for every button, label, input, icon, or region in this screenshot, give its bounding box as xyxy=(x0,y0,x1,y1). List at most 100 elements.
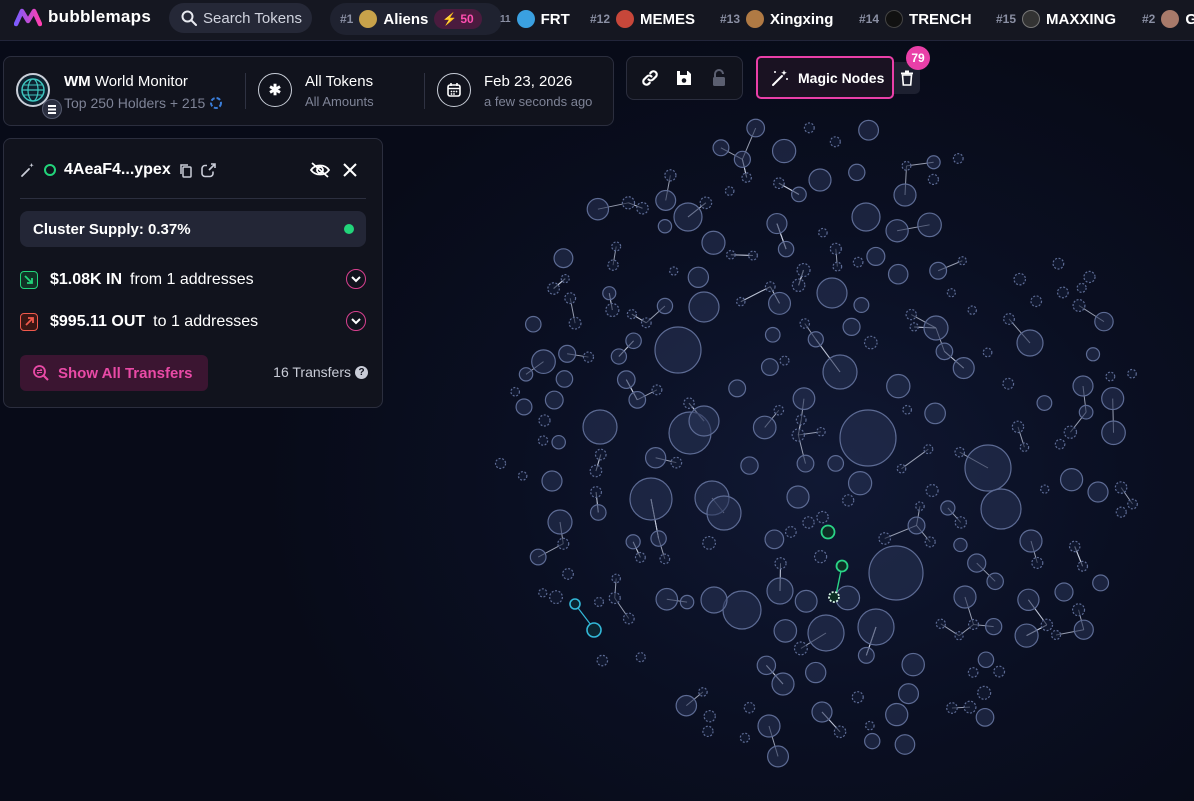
holder-bubble[interactable] xyxy=(853,297,870,314)
holder-bubble[interactable] xyxy=(644,447,667,469)
holder-bubble[interactable] xyxy=(907,516,926,535)
holder-bubble[interactable] xyxy=(792,387,816,411)
holder-bubble[interactable] xyxy=(767,291,792,315)
holder-bubble[interactable] xyxy=(1076,282,1087,293)
holder-bubble[interactable] xyxy=(985,617,1003,636)
holder-bubble[interactable] xyxy=(813,550,828,564)
holder-bubble[interactable] xyxy=(669,266,679,276)
holder-bubble[interactable] xyxy=(1013,272,1027,286)
holder-bubble[interactable] xyxy=(664,169,677,182)
holder-bubble[interactable] xyxy=(558,344,577,363)
holder-bubble[interactable] xyxy=(582,409,618,445)
holder-bubble[interactable] xyxy=(766,212,788,235)
holder-bubble[interactable] xyxy=(923,444,934,455)
holder-bubble[interactable] xyxy=(1019,529,1043,553)
holder-bubble[interactable] xyxy=(698,687,708,697)
holder-bubble[interactable] xyxy=(1019,442,1030,453)
holder-bubble[interactable] xyxy=(712,139,730,157)
holder-bubble[interactable] xyxy=(909,322,919,332)
holder-bubble[interactable] xyxy=(702,725,714,738)
holder-bubble[interactable] xyxy=(954,631,964,641)
holder-bubble[interactable] xyxy=(547,509,573,535)
holder-bubble[interactable] xyxy=(954,516,968,529)
holder-bubble[interactable] xyxy=(608,591,621,605)
holder-bubble[interactable] xyxy=(977,685,992,700)
close-icon[interactable] xyxy=(343,163,357,177)
holder-bubble[interactable] xyxy=(515,398,533,416)
ticker-item-maxxing[interactable]: #15 MAXXING xyxy=(996,3,1116,35)
holder-bubble[interactable] xyxy=(764,326,781,343)
holder-bubble[interactable] xyxy=(605,302,620,318)
holder-bubble[interactable] xyxy=(1101,420,1126,446)
holder-bubble[interactable] xyxy=(802,516,815,529)
holder-bubble[interactable] xyxy=(795,414,807,426)
holder-bubble[interactable] xyxy=(777,240,795,258)
holder-bubble[interactable] xyxy=(589,464,603,478)
holder-bubble[interactable] xyxy=(728,379,747,398)
holder-bubble[interactable] xyxy=(1052,257,1065,270)
holder-bubble[interactable] xyxy=(816,426,826,437)
holder-bubble[interactable] xyxy=(551,434,566,450)
holder-bubble[interactable] xyxy=(953,537,968,553)
inflow-row[interactable]: $1.08K IN from 1 addresses xyxy=(20,268,366,292)
holder-bubble[interactable] xyxy=(518,367,534,382)
holder-bubble[interactable] xyxy=(557,537,570,550)
holder-bubble[interactable] xyxy=(1105,371,1116,382)
holder-bubble[interactable] xyxy=(1036,395,1053,411)
holder-bubble[interactable] xyxy=(1040,618,1054,632)
holder-bubble[interactable] xyxy=(700,586,728,614)
holder-bubble[interactable] xyxy=(952,357,975,380)
holder-bubble[interactable] xyxy=(1083,270,1096,284)
holder-bubble[interactable] xyxy=(1092,574,1110,592)
holder-bubble[interactable] xyxy=(1011,420,1025,434)
holder-bubble[interactable] xyxy=(894,734,916,755)
holder-bubble[interactable] xyxy=(616,370,636,390)
holder-bubble[interactable] xyxy=(915,501,925,512)
holder-bubble[interactable] xyxy=(699,196,713,210)
holder-bubble[interactable] xyxy=(1014,623,1039,648)
holder-bubble[interactable] xyxy=(549,590,564,605)
hide-icon[interactable] xyxy=(309,161,331,179)
holder-bubble[interactable] xyxy=(679,594,695,610)
holder-bubble[interactable] xyxy=(1016,329,1044,357)
app-logo[interactable]: bubblemaps xyxy=(14,7,151,27)
help-icon[interactable]: ? xyxy=(355,365,368,379)
holder-bubble[interactable] xyxy=(740,456,759,475)
lock-button[interactable] xyxy=(705,64,733,92)
holder-bubble[interactable] xyxy=(886,373,911,399)
selected-cluster-bubble[interactable] xyxy=(828,591,840,603)
holder-bubble[interactable] xyxy=(927,173,940,186)
holder-bubble[interactable] xyxy=(760,358,779,376)
holder-bubble[interactable] xyxy=(791,428,805,442)
holder-bubble[interactable] xyxy=(902,404,913,415)
holder-bubble[interactable] xyxy=(725,249,736,260)
holder-bubble[interactable] xyxy=(628,390,647,409)
filter-title[interactable]: All Tokens xyxy=(305,73,373,90)
holder-bubble[interactable] xyxy=(1056,286,1069,299)
holder-bubble[interactable] xyxy=(863,335,878,350)
holder-bubble[interactable] xyxy=(858,119,880,141)
holder-bubble[interactable] xyxy=(640,317,652,329)
holder-bubble[interactable] xyxy=(953,585,977,609)
holder-bubble[interactable] xyxy=(896,463,907,474)
holder-bubble[interactable] xyxy=(901,652,925,677)
holder-bubble[interactable] xyxy=(851,202,881,232)
holder-bubble[interactable] xyxy=(687,266,710,288)
holder-bubble[interactable] xyxy=(796,454,815,473)
holder-bubble[interactable] xyxy=(807,331,824,348)
holder-bubble[interactable] xyxy=(967,305,977,315)
holder-bubble[interactable] xyxy=(924,402,946,425)
holder-bubble[interactable] xyxy=(1059,468,1084,492)
holder-bubble[interactable] xyxy=(822,354,858,390)
holder-bubble[interactable] xyxy=(625,534,641,550)
holder-bubble[interactable] xyxy=(771,672,795,696)
wallet-address[interactable]: 4AeaF4...ypex xyxy=(64,161,171,179)
holder-bubble[interactable] xyxy=(529,548,547,566)
holder-bubble[interactable] xyxy=(773,619,798,643)
holder-bubble[interactable] xyxy=(670,456,683,469)
holder-bubble[interactable] xyxy=(851,691,864,704)
ticker-item-trench[interactable]: #14 TRENCH xyxy=(859,3,972,35)
holder-bubble[interactable] xyxy=(650,530,667,547)
holder-bubble[interactable] xyxy=(952,153,964,164)
holder-bubble[interactable] xyxy=(786,485,810,509)
